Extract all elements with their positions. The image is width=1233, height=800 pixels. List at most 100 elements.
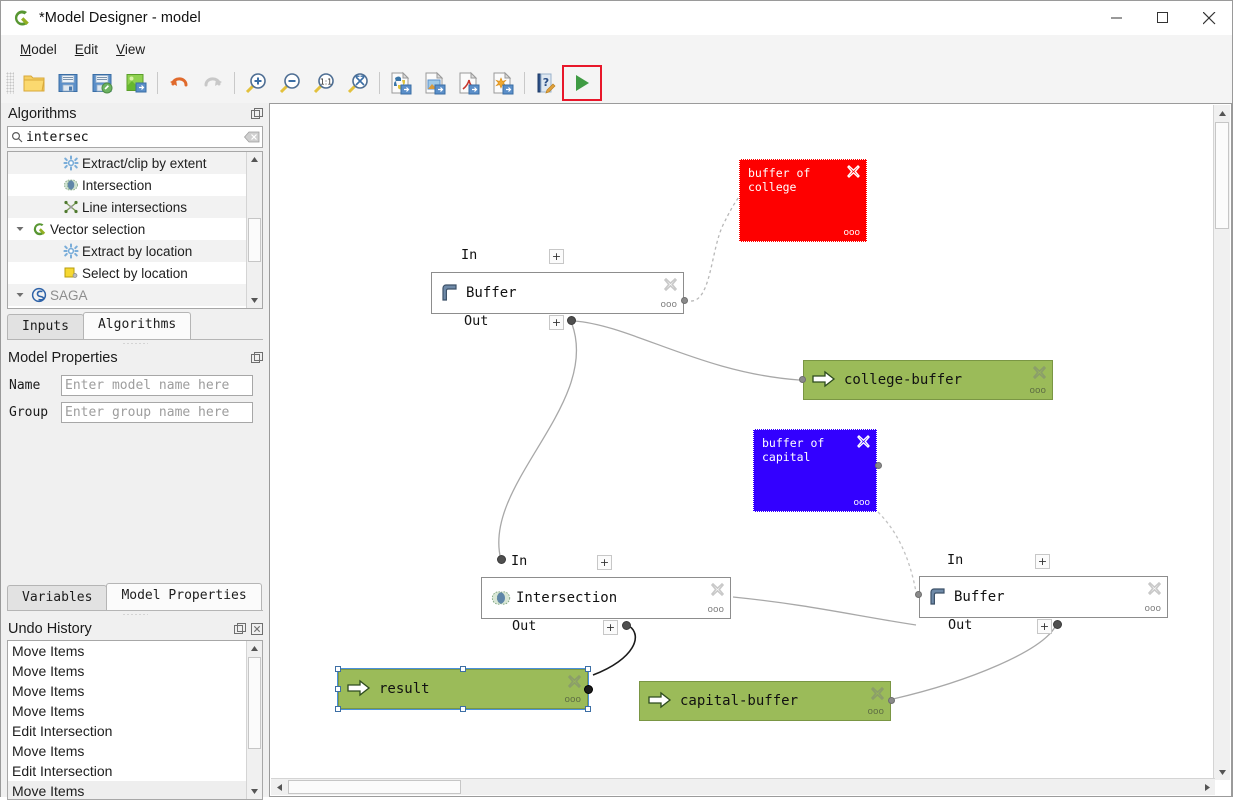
panel-splitter-handle[interactable] — [1, 611, 269, 618]
node-menu-icon[interactable]: ooo — [707, 605, 724, 615]
capital-buffer-input-port[interactable] — [888, 697, 895, 704]
intersection-in-dot[interactable] — [497, 555, 506, 564]
buffer-capital-out-expand[interactable]: + — [1037, 619, 1052, 634]
scroll-up-icon[interactable] — [247, 641, 262, 656]
float-panel-icon[interactable] — [250, 351, 265, 366]
float-panel-icon[interactable] — [250, 107, 265, 122]
buffer-capital-in-expand[interactable]: + — [1035, 554, 1050, 569]
algorithm-node-intersection[interactable]: Intersection ooo — [481, 577, 731, 619]
alg-group-vector-selection[interactable]: Vector selection — [8, 218, 262, 240]
undo-arrow-icon[interactable] — [162, 67, 196, 99]
save-as-icon[interactable] — [85, 67, 119, 99]
alg-item-select-by-location[interactable]: Select by location — [8, 262, 262, 284]
scrollbar-thumb[interactable] — [1215, 122, 1229, 229]
comment-port-capital[interactable] — [875, 462, 882, 469]
edit-help-icon[interactable]: ? — [529, 67, 563, 99]
undo-history-list[interactable]: Move Items Move Items Move Items Move It… — [7, 640, 263, 800]
model-name-input[interactable] — [61, 375, 253, 396]
tab-model-properties[interactable]: Model Properties — [106, 583, 262, 610]
model-canvas[interactable]: buffer of college ooo buffer of capital — [271, 105, 1215, 780]
scroll-left-icon[interactable] — [271, 779, 287, 795]
algorithm-node-buffer-college[interactable]: Buffer ooo — [431, 272, 684, 314]
toolbar-grip[interactable] — [6, 72, 14, 94]
list-item[interactable]: Edit Intersection — [8, 721, 262, 741]
intersection-out-dot[interactable] — [622, 621, 631, 630]
menu-edit[interactable]: Edit — [66, 39, 107, 60]
scroll-right-icon[interactable] — [1199, 779, 1215, 795]
node-close-icon[interactable] — [663, 277, 678, 292]
result-input-port[interactable] — [584, 685, 593, 694]
list-item[interactable]: Move Items — [8, 641, 262, 661]
selection-handle-ml[interactable] — [335, 686, 341, 692]
zoom-full-icon[interactable] — [341, 67, 375, 99]
list-item[interactable]: Move Items — [8, 741, 262, 761]
node-close-icon[interactable] — [1032, 365, 1047, 380]
selection-handle-tr[interactable] — [585, 666, 591, 672]
node-menu-icon[interactable]: ooo — [853, 498, 870, 508]
export-svg-icon[interactable] — [486, 67, 520, 99]
selection-handle-bl[interactable] — [335, 706, 341, 712]
scroll-up-icon[interactable] — [247, 152, 262, 167]
scrollbar-thumb[interactable] — [248, 218, 261, 262]
scrollbar-thumb[interactable] — [288, 780, 461, 794]
tab-inputs[interactable]: Inputs — [7, 314, 84, 339]
panel-splitter-handle[interactable] — [1, 340, 269, 347]
node-close-icon[interactable] — [710, 582, 725, 597]
intersection-in-expand[interactable]: + — [597, 555, 612, 570]
tab-variables[interactable]: Variables — [7, 585, 108, 610]
alg-item-extract-by-location[interactable]: Extract by location — [8, 240, 262, 262]
intersection-out-expand[interactable]: + — [603, 620, 618, 635]
node-close-icon[interactable] — [567, 674, 582, 689]
output-node-result[interactable]: result ooo — [337, 668, 589, 710]
save-icon[interactable] — [51, 67, 85, 99]
selection-handle-tl[interactable] — [335, 666, 341, 672]
zoom-out-icon[interactable] — [273, 67, 307, 99]
node-menu-icon[interactable]: ooo — [660, 300, 677, 310]
list-item[interactable]: Move Items — [8, 701, 262, 721]
buffer-capital-input-port[interactable] — [915, 591, 922, 598]
export-python-icon[interactable] — [384, 67, 418, 99]
comment-box-capital[interactable]: buffer of capital ooo — [753, 429, 877, 512]
node-close-icon[interactable] — [856, 434, 871, 449]
node-menu-icon[interactable]: ooo — [867, 707, 884, 717]
menu-model[interactable]: Model — [11, 39, 66, 60]
float-panel-icon[interactable] — [233, 622, 248, 637]
canvas-horizontal-scrollbar[interactable] — [271, 778, 1215, 795]
folder-open-icon[interactable] — [17, 67, 51, 99]
alg-item-intersection[interactable]: Intersection — [8, 174, 262, 196]
scrollbar-thumb[interactable] — [248, 657, 261, 749]
node-menu-icon[interactable]: ooo — [1029, 386, 1046, 396]
zoom-1to1-icon[interactable]: 1:1 — [307, 67, 341, 99]
algorithms-tree[interactable]: Extract/clip by extent Intersection Line… — [7, 151, 263, 309]
selection-handle-bc[interactable] — [460, 706, 466, 712]
selection-handle-tc[interactable] — [460, 666, 466, 672]
tab-algorithms[interactable]: Algorithms — [82, 312, 192, 339]
scroll-down-icon[interactable] — [1214, 764, 1230, 780]
algorithms-tree-scrollbar[interactable] — [246, 152, 262, 308]
list-item[interactable]: Move Items — [8, 681, 262, 701]
clear-text-icon[interactable] — [242, 131, 262, 143]
node-menu-icon[interactable]: ooo — [564, 695, 581, 705]
comment-box-college[interactable]: buffer of college ooo — [739, 159, 867, 242]
algorithm-node-buffer-capital[interactable]: Buffer ooo — [919, 576, 1168, 618]
export-image-icon[interactable] — [418, 67, 452, 99]
chevron-down-icon[interactable] — [12, 224, 28, 234]
list-item[interactable]: Move Items — [8, 781, 262, 799]
college-buffer-input-port[interactable] — [799, 376, 806, 383]
export-pdf-icon[interactable] — [452, 67, 486, 99]
chevron-down-icon[interactable] — [12, 290, 28, 300]
search-input[interactable] — [26, 129, 242, 145]
algorithms-search-box[interactable] — [7, 126, 263, 148]
node-close-icon[interactable] — [870, 686, 885, 701]
close-panel-icon[interactable] — [250, 622, 265, 637]
buffer-college-out-dot[interactable] — [567, 316, 576, 325]
alg-item-extract-clip-by-extent[interactable]: Extract/clip by extent — [8, 152, 262, 174]
alg-item-line-intersections[interactable]: Line intersections — [8, 196, 262, 218]
scroll-up-icon[interactable] — [1214, 105, 1230, 121]
output-node-college-buffer[interactable]: college-buffer ooo — [803, 360, 1053, 400]
menu-view[interactable]: View — [107, 39, 154, 60]
list-item[interactable]: Move Items — [8, 661, 262, 681]
scroll-down-icon[interactable] — [247, 293, 262, 308]
minimize-icon[interactable] — [1094, 1, 1140, 35]
zoom-in-icon[interactable] — [239, 67, 273, 99]
